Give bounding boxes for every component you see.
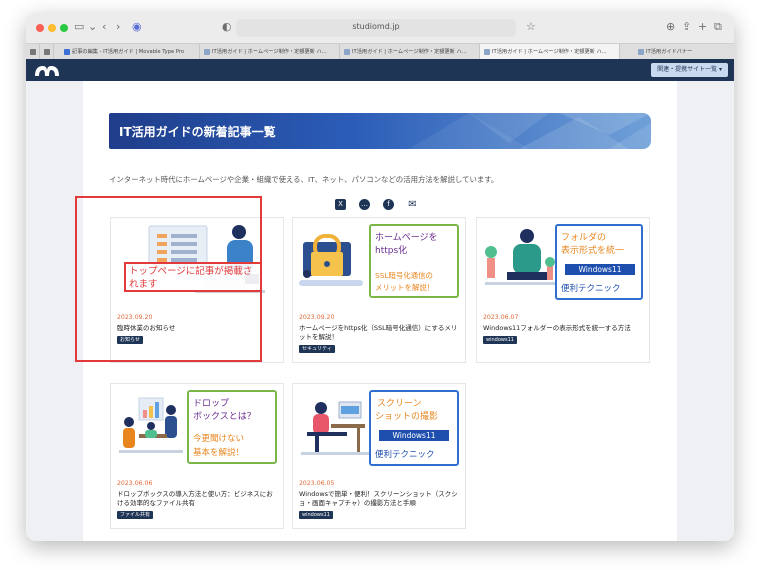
favicon-icon <box>638 49 644 55</box>
heading-banner: IT活用ガイドの新着記事一覧 <box>109 113 651 149</box>
site-logo-icon[interactable] <box>32 63 62 77</box>
thumbnail-line: ショットの撮影 <box>375 412 439 422</box>
article-title[interactable]: ドロップボックスの導入方法と使い方：ビジネスにおける効率的なファイル共有 <box>117 490 279 508</box>
thumbnail-line: https化 <box>375 246 408 256</box>
download-icon[interactable]: ⊕ <box>666 20 675 34</box>
article-date: 2023.06.05 <box>299 480 335 487</box>
article-title[interactable]: Windows11フォルダーの表示形式を統一する方法 <box>483 324 645 333</box>
tab-movable-type[interactable]: 記事の編集 - IT活用ガイド | Movable Type Pro <box>60 44 200 60</box>
thumbnail-line: フォルダの <box>561 233 607 243</box>
favicon-icon <box>64 49 70 55</box>
mail-icon[interactable]: ✉ <box>407 199 418 210</box>
related-sites-button[interactable]: 関連・提携サイト一覧 ▾ <box>651 63 728 77</box>
thumbnail-text-box: フォルダの 表示形式を統一 Windows11 便利テクニック <box>555 224 643 300</box>
category-tag[interactable]: ファイル共有 <box>117 511 154 519</box>
tab-bar: 記事の編集 - IT活用ガイド | Movable Type Pro IT活用ガ… <box>26 43 734 60</box>
x-icon[interactable]: X <box>335 199 346 210</box>
article-date: 2023.09.20 <box>299 314 335 321</box>
article-date: 2023.06.06 <box>117 480 153 487</box>
thumbnail-line: 便利テクニック <box>375 450 435 460</box>
article-card-5[interactable]: スクリーン ショットの撮影 Windows11 便利テクニック 2023.06.… <box>292 383 466 529</box>
thumbnail-line: Windows11 <box>565 264 635 275</box>
chevron-down-icon[interactable]: ⌄ <box>88 20 97 34</box>
article-date: 2023.06.07 <box>483 314 519 321</box>
new-tab-icon[interactable]: + <box>698 20 707 34</box>
article-thumbnail-2: ホームページを https化 SSL暗号化通信の メリットを解説！ <box>293 218 465 312</box>
thumbnail-line: ホームページを <box>375 233 438 243</box>
address-bar[interactable]: studiomd.jp <box>236 19 516 37</box>
article-thumbnail-5: スクリーン ショットの撮影 Windows11 便利テクニック <box>293 384 465 478</box>
tab-overview-icon[interactable]: ⧉ <box>714 20 722 34</box>
thumbnail-line: メリットを解説！ <box>375 283 435 292</box>
tab-pinned-1[interactable] <box>26 44 40 60</box>
article-card-2[interactable]: ホームページを https化 SSL暗号化通信の メリットを解説！ 2023.0… <box>292 217 466 363</box>
share-icon[interactable]: ⇪ <box>682 20 691 34</box>
line-icon[interactable]: … <box>359 199 370 210</box>
extension-icon[interactable]: ◉ <box>132 20 142 34</box>
thumbnail-text-box: ドロップ ボックスとは？ 今更聞けない 基本を解説！ <box>187 390 277 464</box>
annotation-callout: トップページに記事が掲載されます <box>124 262 262 292</box>
tab-label: 記事の編集 - IT活用ガイド | Movable Type Pro <box>72 49 185 55</box>
favicon-icon <box>204 49 210 55</box>
thumbnail-line: 今更聞けない <box>193 434 245 444</box>
thumbnail-line: スクリーン <box>377 399 422 409</box>
intro-text: インターネット時代にホームページや企業・組織で使える、IT、ネット、パソコンなど… <box>109 175 499 184</box>
tab-it-guide-banner[interactable]: IT活用ガイドバナー <box>634 44 734 60</box>
thumbnail-line: 便利テクニック <box>561 284 621 294</box>
category-tag[interactable]: windows11 <box>299 511 333 519</box>
minimize-window-icon[interactable] <box>48 24 56 32</box>
article-title[interactable]: Windowsで簡単・便利！スクリーンショット（スクショ・画面キャプチャ）の撮影… <box>299 490 461 508</box>
thumbnail-line: ドロップ <box>193 399 230 409</box>
article-thumbnail-4: ドロップ ボックスとは？ 今更聞けない 基本を解説！ <box>111 384 283 478</box>
zoom-window-icon[interactable] <box>60 24 68 32</box>
tab-label: IT活用ガイド | ホームページ制作・定額更新 ハ... <box>492 49 607 55</box>
tab-label: IT活用ガイド | ホームページ制作・定額更新 ハ... <box>212 49 327 55</box>
bookmark-star-icon[interactable]: ☆ <box>526 20 536 34</box>
thumbnail-line: ボックスとは？ <box>193 412 256 422</box>
tab-label: IT活用ガイドバナー <box>646 49 693 55</box>
thumbnail-text-box: スクリーン ショットの撮影 Windows11 便利テクニック <box>369 390 459 466</box>
article-thumbnail-3: フォルダの 表示形式を統一 Windows11 便利テクニック <box>477 218 649 312</box>
sidebar-toggle-icon[interactable]: ▭ <box>74 20 84 34</box>
site-header: 関連・提携サイト一覧 ▾ <box>26 59 734 81</box>
thumbnail-line: Windows11 <box>379 430 449 441</box>
forward-icon[interactable]: › <box>116 20 120 34</box>
favicon-icon <box>344 49 350 55</box>
close-window-icon[interactable] <box>36 24 44 32</box>
tab-label: IT活用ガイド | ホームページ制作・定額更新 ハ... <box>352 49 467 55</box>
favicon-icon <box>484 49 490 55</box>
facebook-icon[interactable]: f <box>383 199 394 210</box>
article-card-3[interactable]: フォルダの 表示形式を統一 Windows11 便利テクニック 2023.06.… <box>476 217 650 363</box>
thumbnail-line: 基本を解説！ <box>193 448 245 458</box>
address-url[interactable]: studiomd.jp <box>236 22 516 31</box>
thumbnail-line: SSL暗号化通信の <box>375 271 433 280</box>
banner-pattern <box>409 113 651 149</box>
tab-it-guide-1[interactable]: IT活用ガイド | ホームページ制作・定額更新 ハ... <box>200 44 340 60</box>
page-title: IT活用ガイドの新着記事一覧 <box>119 125 276 139</box>
thumbnail-line: 表示形式を統一 <box>561 246 625 256</box>
category-tag[interactable]: windows11 <box>483 336 517 344</box>
article-title[interactable]: ホームページをhttps化（SSL暗号化通信）にするメリットを解説！ <box>299 324 461 342</box>
article-card-4[interactable]: ドロップ ボックスとは？ 今更聞けない 基本を解説！ 2023.06.06 ドロ… <box>110 383 284 529</box>
privacy-shield-icon[interactable]: ◐ <box>222 20 232 34</box>
tab-it-guide-active[interactable]: IT活用ガイド | ホームページ制作・定額更新 ハ... <box>480 44 620 60</box>
tab-it-guide-2[interactable]: IT活用ガイド | ホームページ制作・定額更新 ハ... <box>340 44 480 60</box>
tab-pinned-2[interactable] <box>40 44 54 60</box>
browser-titlebar: ▭ ⌄ ‹ › ◉ ◐ studiomd.jp ☆ ⊕ ⇪ + ⧉ <box>26 13 734 43</box>
category-tag[interactable]: セキュリティ <box>299 345 335 353</box>
thumbnail-text-box: ホームページを https化 SSL暗号化通信の メリットを解説！ <box>369 224 459 298</box>
back-icon[interactable]: ‹ <box>102 20 106 34</box>
